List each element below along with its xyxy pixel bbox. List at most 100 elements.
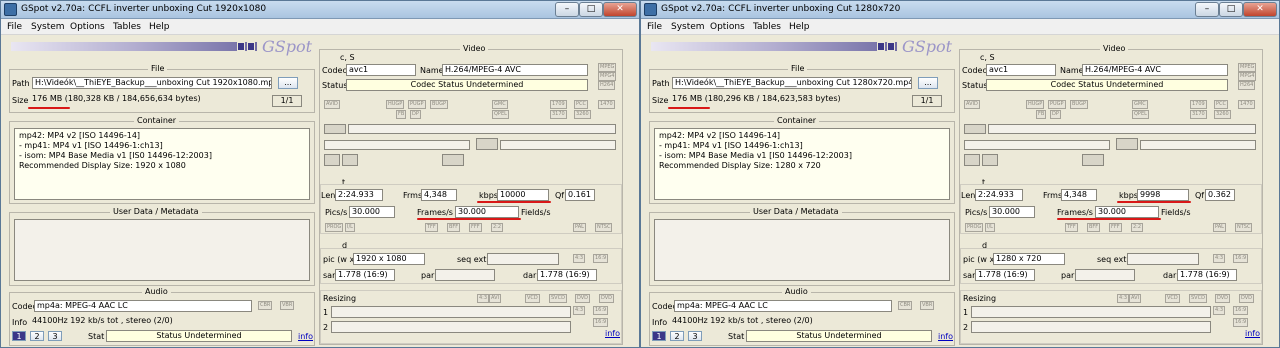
- flag-il: I/L: [345, 223, 355, 232]
- container-section: Container mp42: MP4 v2 [ISO 14496-14] - …: [649, 116, 955, 204]
- fps-label: Frames/s: [417, 208, 453, 217]
- container-info-box[interactable]: mp42: MP4 v2 [ISO 14496-14] - mp41: MP4 …: [14, 128, 310, 200]
- audio-stream-3[interactable]: 3: [48, 331, 62, 341]
- par-label: par: [421, 271, 435, 280]
- audio-stat-label: Stat: [728, 332, 745, 341]
- close-button[interactable]: ✕: [1243, 2, 1277, 17]
- resize-row-1: 1: [323, 308, 329, 317]
- len-field: 2:24.933: [975, 189, 1023, 201]
- audio-stream-1[interactable]: 1: [12, 331, 26, 341]
- flag-3170: 3170: [1190, 110, 1207, 119]
- video-info-link[interactable]: info: [1245, 329, 1260, 338]
- flag-h264: H264: [598, 81, 616, 90]
- userdata-box[interactable]: [14, 219, 310, 281]
- userdata-box[interactable]: [654, 219, 950, 281]
- gop-bar-2: [500, 140, 616, 150]
- flag-ntsc: NTSC: [1235, 223, 1253, 232]
- flag-bff: BFF: [447, 223, 461, 232]
- video-legend: Video: [1100, 44, 1129, 53]
- pic-field: 1280 x 720: [993, 253, 1065, 265]
- gradient-square: [237, 42, 245, 51]
- menu-options[interactable]: Options: [710, 22, 745, 32]
- menu-help[interactable]: Help: [789, 22, 810, 32]
- audio-stream-3[interactable]: 3: [688, 331, 702, 341]
- frame-icon: [982, 154, 998, 166]
- resizing-subsection: Resizing 4:3 AVI VCD SVCD DVD DVD 1 4:3 …: [320, 290, 622, 344]
- title-bar[interactable]: GSpot v2.70a: CCFL inverter unboxing Cut…: [641, 1, 1279, 19]
- audio-stream-1[interactable]: 1: [652, 331, 666, 341]
- menu-file[interactable]: File: [7, 22, 22, 32]
- cbr-flag: CBR: [258, 301, 273, 310]
- gop-bar: [964, 140, 1110, 150]
- menu-system[interactable]: System: [671, 22, 705, 32]
- maximize-button[interactable]: □: [579, 2, 603, 17]
- fps-field: 30.000: [455, 206, 519, 218]
- menu-options[interactable]: Options: [70, 22, 105, 32]
- flag-22: 2:2: [1131, 223, 1144, 232]
- gradient-square: [247, 42, 255, 51]
- audio-info-link[interactable]: info: [298, 332, 313, 341]
- video-status-label: Status: [322, 81, 348, 90]
- timing-subsection: Len 2:24.933 Frms 4,348 kbps 10000 Qf 0.…: [320, 184, 622, 234]
- video-section: Video c, S Codec avc1 Name H.264/MPEG-4 …: [319, 44, 623, 345]
- vbr-flag: VBR: [920, 301, 935, 310]
- audio-stream-2[interactable]: 2: [30, 331, 44, 341]
- container-line: - mp41: MP4 v1 [ISO 14496-1:ch13]: [19, 141, 163, 150]
- par-label: par: [1061, 271, 1075, 280]
- timing-subsection: Len 2:24.933 Frms 4,348 kbps 9998 Qf 0.3…: [960, 184, 1262, 234]
- flag-avid: AVID: [324, 100, 340, 109]
- file-legend: File: [788, 64, 808, 73]
- dar-label: dar: [1163, 271, 1177, 280]
- menu-tables[interactable]: Tables: [753, 22, 781, 32]
- menu-system[interactable]: System: [31, 22, 65, 32]
- video-codec-label: Codec: [962, 66, 987, 75]
- resize-field-2: [331, 321, 571, 333]
- menu-help[interactable]: Help: [149, 22, 170, 32]
- path-field[interactable]: H:\Videók\__ThiEYE_Backup___unboxing Cut…: [672, 77, 912, 89]
- resize-vcd: VCD: [525, 294, 540, 303]
- close-button[interactable]: ✕: [603, 2, 637, 17]
- sar-label: sar: [963, 271, 976, 280]
- menu-tables[interactable]: Tables: [113, 22, 141, 32]
- video-info-link[interactable]: info: [605, 329, 620, 338]
- resize-dvd2: DVD: [599, 294, 615, 303]
- flag-fff: FFF: [1109, 223, 1122, 232]
- audio-info-value: 44100Hz 192 kb/s tot , stereo (2/0): [672, 316, 813, 325]
- kbps-label: kbps: [1119, 191, 1138, 200]
- gradient-square: [877, 42, 885, 51]
- resize-dvd2: DVD: [1239, 294, 1255, 303]
- container-info-box[interactable]: mp42: MP4 v2 [ISO 14496-14] - mp41: MP4 …: [654, 128, 950, 200]
- menu-file[interactable]: File: [647, 22, 662, 32]
- container-line: Recommended Display Size: 1280 x 720: [659, 161, 821, 170]
- path-field[interactable]: H:\Videók\__ThiEYE_Backup___unboxing Cut…: [32, 77, 272, 89]
- minimize-button[interactable]: –: [1195, 2, 1219, 17]
- browse-button[interactable]: ...: [918, 77, 938, 89]
- parts-value: 1/1: [912, 95, 942, 107]
- sar-field: 1.778 (16:9): [975, 269, 1035, 281]
- browse-button[interactable]: ...: [278, 77, 298, 89]
- flag-fff: FFF: [469, 223, 482, 232]
- gop-icon: [476, 138, 498, 150]
- minimize-button[interactable]: –: [555, 2, 579, 17]
- audio-legend: Audio: [142, 287, 171, 296]
- audio-info-link[interactable]: info: [938, 332, 953, 341]
- resize-row2-169: 16:9: [1233, 318, 1249, 327]
- flag-3260: 3260: [574, 110, 591, 119]
- title-bar[interactable]: GSpot v2.70a: CCFL inverter unboxing Cut…: [1, 1, 639, 19]
- flag-mpeg: MPEG: [598, 63, 617, 72]
- flag-qpel: QPEL: [492, 110, 509, 119]
- len-field: 2:24.933: [335, 189, 383, 201]
- frms-label: Frms: [403, 191, 423, 200]
- maximize-button[interactable]: □: [1219, 2, 1243, 17]
- size-label: Size: [12, 96, 29, 105]
- audio-stream-2[interactable]: 2: [670, 331, 684, 341]
- fields-label: Fields/s: [521, 208, 551, 217]
- cs-label: c, S: [340, 53, 355, 62]
- flag-43: 4:3: [573, 254, 586, 263]
- flag-bugp: BUGP: [430, 100, 448, 109]
- flag-h264: H264: [1238, 81, 1256, 90]
- kbps-underline: [477, 201, 551, 203]
- fps-underline: [417, 218, 521, 220]
- qf-label: Qf: [1195, 191, 1205, 200]
- qf-label: Qf: [555, 191, 565, 200]
